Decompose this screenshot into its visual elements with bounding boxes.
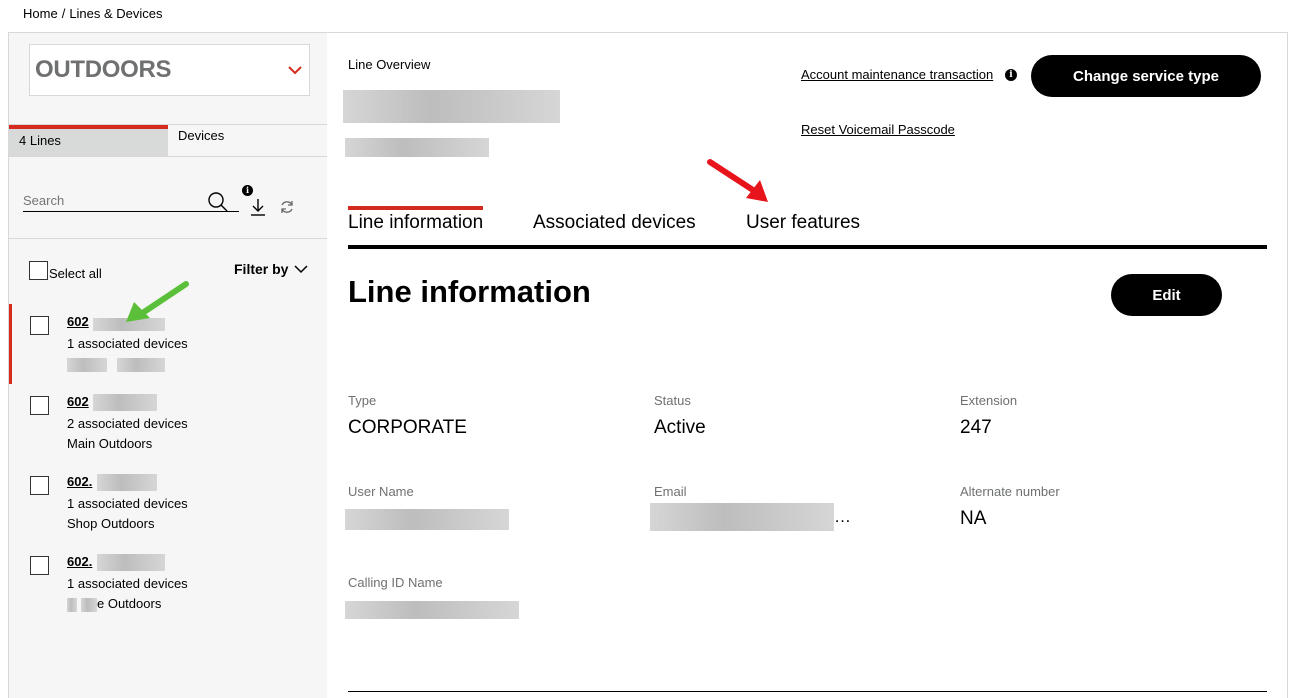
redacted-user-name bbox=[345, 509, 509, 530]
redacted-label bbox=[67, 598, 77, 612]
line-devices: 1 associated devices bbox=[67, 336, 188, 351]
search-icon[interactable] bbox=[207, 191, 229, 213]
redacted-label bbox=[67, 358, 107, 372]
redacted-label bbox=[81, 598, 97, 612]
annotation-arrow-green bbox=[126, 281, 189, 322]
redacted-line-subtitle bbox=[345, 138, 489, 157]
refresh-icon[interactable] bbox=[279, 199, 295, 215]
redacted-label bbox=[117, 358, 165, 372]
line-checkbox[interactable] bbox=[30, 316, 49, 335]
tab-devices-label: Devices bbox=[178, 128, 225, 143]
status-label: Status bbox=[654, 393, 691, 408]
info-icon[interactable]: i bbox=[1005, 69, 1017, 81]
status-value: Active bbox=[654, 417, 706, 438]
tab-line-information[interactable]: Line information bbox=[348, 206, 484, 245]
redacted-number bbox=[97, 474, 157, 491]
email-value: … bbox=[834, 507, 851, 526]
line-number[interactable]: 602 bbox=[67, 314, 89, 329]
filter-by-button[interactable]: Filter by bbox=[234, 261, 308, 277]
breadcrumb-home[interactable]: Home bbox=[23, 6, 58, 21]
line-devices: 1 associated devices bbox=[67, 576, 188, 591]
line-label: Shop Outdoors bbox=[67, 516, 155, 531]
info-icon[interactable]: i bbox=[242, 185, 253, 196]
line-label: Main Outdoors bbox=[67, 436, 153, 451]
list-item[interactable]: 602. 1 associated devices Shop Outdoors bbox=[9, 464, 327, 542]
divider bbox=[348, 691, 1267, 692]
list-item[interactable]: 602. 1 associated devices e Outdoors bbox=[9, 544, 327, 622]
breadcrumb-current: Lines & Devices bbox=[69, 6, 163, 21]
calling-id-name-label: Calling ID Name bbox=[348, 575, 443, 590]
sidebar: OUTDOORS 4 Lines Devices i bbox=[9, 33, 327, 698]
type-value: CORPORATE bbox=[348, 417, 467, 438]
line-devices: 1 associated devices bbox=[67, 496, 188, 511]
reset-voicemail-link[interactable]: Reset Voicemail Passcode bbox=[801, 122, 955, 137]
type-label: Type bbox=[348, 393, 377, 408]
edit-button[interactable]: Edit bbox=[1111, 274, 1222, 316]
annotation-arrow-red bbox=[707, 159, 768, 202]
account-maintenance-link[interactable]: Account maintenance transaction bbox=[801, 67, 993, 82]
line-tabs: Line information Associated devices User… bbox=[348, 206, 1267, 249]
line-overview-label: Line Overview bbox=[348, 57, 431, 72]
sidebar-tabs: 4 Lines Devices bbox=[9, 124, 327, 157]
line-devices: 2 associated devices bbox=[67, 416, 188, 431]
tab-devices[interactable]: Devices bbox=[168, 125, 327, 156]
tab-associated-devices-label: Associated devices bbox=[533, 212, 696, 233]
line-number[interactable]: 602 bbox=[67, 394, 89, 409]
extension-label: Extension bbox=[960, 393, 1018, 408]
alternate-number-label: Alternate number bbox=[960, 484, 1060, 499]
redacted-line-title bbox=[343, 90, 560, 123]
redacted-calling-id-name bbox=[345, 601, 519, 619]
change-service-type-button[interactable]: Change service type bbox=[1031, 55, 1261, 97]
section-title: Line information bbox=[348, 274, 591, 309]
select-all-checkbox[interactable] bbox=[29, 261, 48, 280]
breadcrumb-separator: / bbox=[61, 6, 66, 21]
list-item[interactable]: 602 2 associated devices Main Outdoors bbox=[9, 384, 327, 462]
email-label: Email bbox=[654, 484, 687, 499]
breadcrumb: Home / Lines & Devices bbox=[23, 6, 163, 21]
tab-user-features[interactable]: User features bbox=[746, 206, 860, 245]
user-name-label: User Name bbox=[348, 484, 414, 499]
redacted-email bbox=[650, 503, 834, 531]
redacted-number bbox=[97, 554, 165, 571]
tab-line-information-label: Line information bbox=[348, 212, 484, 233]
line-label: e Outdoors bbox=[97, 596, 162, 611]
account-selector[interactable]: OUTDOORS bbox=[29, 44, 310, 96]
tab-lines[interactable]: 4 Lines bbox=[9, 125, 168, 156]
line-number[interactable]: 602. bbox=[67, 474, 92, 489]
alternate-number-value: NA bbox=[960, 508, 987, 529]
redacted-number bbox=[93, 394, 157, 411]
line-number[interactable]: 602. bbox=[67, 554, 92, 569]
tab-user-features-label: User features bbox=[746, 212, 861, 233]
chevron-down-icon bbox=[288, 66, 302, 75]
line-checkbox[interactable] bbox=[30, 556, 49, 575]
tab-lines-label: 4 Lines bbox=[19, 133, 61, 148]
select-all[interactable]: Select all bbox=[29, 261, 102, 281]
account-name: OUTDOORS bbox=[35, 56, 172, 83]
chevron-down-icon bbox=[294, 265, 308, 274]
filter-by-label: Filter by bbox=[234, 261, 289, 277]
download-icon[interactable] bbox=[249, 197, 267, 217]
search-row: i bbox=[9, 157, 327, 239]
tab-associated-devices[interactable]: Associated devices bbox=[533, 206, 696, 245]
line-checkbox[interactable] bbox=[30, 476, 49, 495]
select-all-label: Select all bbox=[49, 266, 102, 281]
extension-value: 247 bbox=[960, 417, 992, 438]
line-checkbox[interactable] bbox=[30, 396, 49, 415]
